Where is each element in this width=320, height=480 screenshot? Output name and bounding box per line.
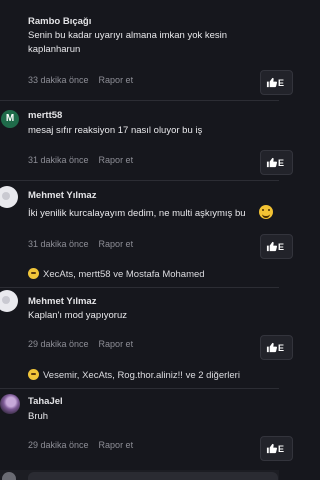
report-link[interactable]: Rapor et [99, 155, 134, 165]
avatar[interactable] [0, 186, 18, 208]
reactions-text: XecAts, mertt58 ve Mostafa Mohamed [43, 269, 205, 280]
divider [0, 180, 279, 181]
divider [0, 388, 279, 389]
like-button[interactable]: E [260, 70, 293, 95]
reactions-summary[interactable]: Vesemir, XecAts, Rog.thor.aliniz!! ve 2 … [28, 369, 240, 381]
comment-username[interactable]: Rambo Bıçağı [28, 16, 91, 27]
comment-username[interactable]: Mehmet Yılmaz [28, 296, 96, 307]
comment-time: 29 dakika önce [28, 440, 89, 450]
like-button[interactable]: E [260, 436, 293, 461]
current-user-avatar [2, 472, 16, 480]
comment-time: 33 dakika önce [28, 75, 89, 85]
comment-meta: 33 dakika önce Rapor et [28, 75, 133, 85]
comment-meta: 29 dakika önce Rapor et [28, 339, 133, 349]
thumbs-up-icon [266, 241, 277, 252]
avatar[interactable] [0, 394, 20, 414]
comment-text: Bruh [28, 411, 49, 422]
like-label: E [278, 158, 285, 168]
laugh-reaction-icon [28, 369, 39, 380]
comment-text: İki yenilik kurcalayayım dedim, ne multi… [28, 208, 246, 219]
reactions-summary[interactable]: XecAts, mertt58 ve Mostafa Mohamed [28, 268, 205, 280]
thumbs-up-icon [266, 77, 277, 88]
comment-text: Kaplan'ı mod yapıyoruz [28, 310, 127, 321]
like-button[interactable]: E [260, 150, 293, 175]
report-link[interactable]: Rapor et [99, 440, 134, 450]
comment-text: Senin bu kadar uyarıyı almana imkan yok … [28, 30, 228, 55]
thumbs-up-icon [266, 443, 277, 454]
comment-text: mesaj sıfır reaksiyon 17 nasıl oluyor bu… [28, 125, 203, 136]
comment-meta: 31 dakika önce Rapor et [28, 155, 133, 165]
like-button[interactable]: E [260, 335, 293, 360]
comment-time: 29 dakika önce [28, 339, 89, 349]
avatar[interactable]: M [1, 110, 19, 128]
comment-username[interactable]: TahaJel [28, 396, 63, 407]
comment-username[interactable]: mertt58 [28, 110, 62, 121]
like-label: E [278, 78, 285, 88]
comment-meta: 29 dakika önce Rapor et [28, 440, 133, 450]
like-button[interactable]: E [260, 234, 293, 259]
avatar[interactable] [0, 290, 18, 312]
smile-emoji-icon [259, 205, 273, 219]
report-link[interactable]: Rapor et [99, 339, 134, 349]
comment-time: 31 dakika önce [28, 239, 89, 249]
thumbs-up-icon [266, 157, 277, 168]
laugh-reaction-icon [28, 268, 39, 279]
comment-username[interactable]: Mehmet Yılmaz [28, 190, 96, 201]
like-label: E [278, 343, 285, 353]
report-link[interactable]: Rapor et [99, 75, 134, 85]
reactions-text: Vesemir, XecAts, Rog.thor.aliniz!! ve 2 … [43, 370, 240, 381]
report-link[interactable]: Rapor et [99, 239, 134, 249]
comment-meta: 31 dakika önce Rapor et [28, 239, 133, 249]
like-label: E [278, 242, 285, 252]
comment-time: 31 dakika önce [28, 155, 89, 165]
divider [0, 287, 279, 288]
like-label: E [278, 444, 285, 454]
divider [0, 100, 279, 101]
reply-input[interactable] [28, 472, 278, 480]
thumbs-up-icon [266, 342, 277, 353]
